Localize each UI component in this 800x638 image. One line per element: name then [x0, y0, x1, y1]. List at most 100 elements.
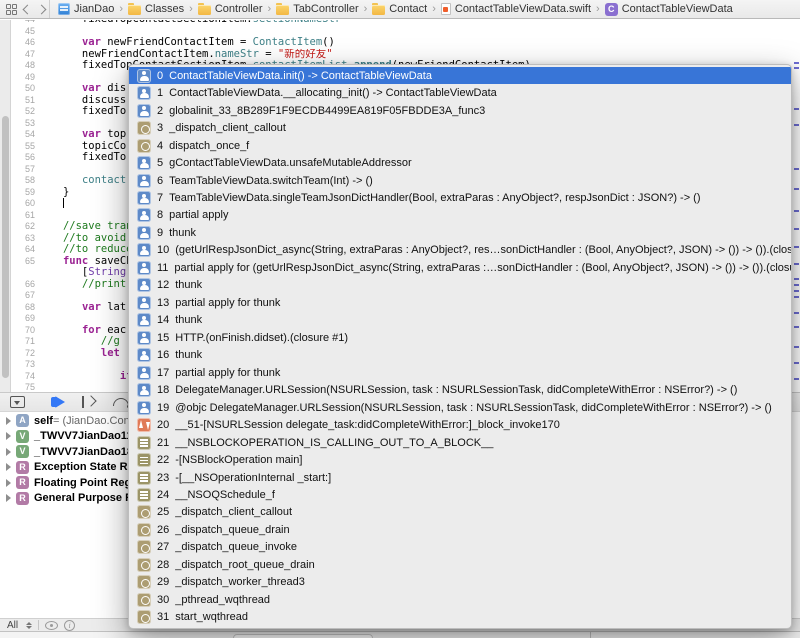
- stack-frame-row[interactable]: 1 ContactTableViewData.__allocating_init(…: [129, 84, 791, 101]
- stack-frame-row[interactable]: 24 __NSOQSchedule_f: [129, 486, 791, 503]
- folder-icon: [128, 2, 142, 15]
- debug-pane-splitter[interactable]: [590, 632, 591, 638]
- change-mark: [794, 62, 799, 64]
- scrollbar-thumb[interactable]: [2, 116, 9, 378]
- breadcrumb-item[interactable]: TabController: [276, 2, 359, 15]
- breadcrumb: JianDao › Classes › Controller › TabController…: [50, 2, 733, 16]
- disclosure-triangle-icon[interactable]: [6, 478, 11, 487]
- stack-frame-row[interactable]: 9 thunk: [129, 224, 791, 241]
- stack-frame-row[interactable]: 31 start_wqthread: [129, 609, 791, 626]
- variable-type-badge: R: [16, 491, 29, 505]
- scope-filter[interactable]: All: [7, 620, 18, 631]
- code-line: 46 var newFriendContactItem = ContactIte…: [12, 37, 800, 49]
- stack-frame-row[interactable]: 25 _dispatch_client_callout: [129, 504, 791, 521]
- objc-frame-icon: [137, 470, 151, 485]
- stack-frame-row[interactable]: 8 partial apply: [129, 207, 791, 224]
- stack-frame-row[interactable]: 28 _dispatch_root_queue_drain: [129, 556, 791, 573]
- stack-frame-row[interactable]: 22 -[NSBlockOperation main]: [129, 451, 791, 468]
- disclosure-triangle-icon[interactable]: [6, 447, 11, 456]
- dispatch-icon: [137, 610, 151, 625]
- stack-frame-row[interactable]: 7 TeamTableViewData.singleTeamJsonDictHan…: [129, 189, 791, 206]
- frame-index: 6: [157, 174, 164, 187]
- disclosure-triangle-icon[interactable]: [6, 432, 11, 441]
- frame-label: partial apply: [169, 209, 229, 222]
- frame-label: thunk: [169, 226, 197, 239]
- line-number: 58: [24, 175, 35, 185]
- disclosure-triangle-icon[interactable]: [6, 416, 11, 425]
- change-mark: [794, 278, 799, 280]
- scope-filter-stepper-icon[interactable]: [26, 621, 33, 629]
- stack-frame-row[interactable]: 14 thunk: [129, 312, 791, 329]
- step-over-icon[interactable]: [113, 398, 130, 408]
- variable-name: _TWVV7JianDao11: [34, 430, 133, 443]
- person-icon: [137, 348, 151, 363]
- frame-label: globalinit_33_8B289F1F9ECDB4499EA819F05F…: [169, 104, 486, 117]
- dispatch-icon: [137, 121, 151, 136]
- stack-frame-row[interactable]: 26 _dispatch_queue_drain: [129, 521, 791, 538]
- stack-frame-row[interactable]: 18 DelegateManager.URLSession(NSURLSessio…: [129, 381, 791, 398]
- console-filter-field[interactable]: [233, 634, 373, 638]
- hide-debug-area-icon[interactable]: [10, 396, 25, 408]
- breadcrumb-item[interactable]: Contact: [372, 2, 428, 15]
- back-icon[interactable]: [22, 4, 33, 14]
- frame-index: 11: [157, 261, 169, 274]
- change-mark: [794, 346, 799, 348]
- disclosure-triangle-icon[interactable]: [6, 463, 11, 472]
- breadcrumb-label: Contact: [389, 3, 428, 15]
- disclosure-triangle-icon[interactable]: [6, 494, 11, 503]
- stack-frame-row[interactable]: 4 dispatch_once_f: [129, 137, 791, 154]
- stack-frame-row[interactable]: 10 (getUrlRespJsonDict_async(String, extr…: [129, 242, 791, 259]
- stack-frame-row[interactable]: 23 -[__NSOperationInternal _start:]: [129, 469, 791, 486]
- change-mark: [794, 296, 799, 298]
- person-icon: [137, 243, 151, 258]
- stack-frame-row[interactable]: 6 TeamTableViewData.switchTeam(Int) -> (): [129, 172, 791, 189]
- stack-frame-row[interactable]: 0 ContactTableViewData.init() -> ContactT…: [129, 67, 791, 85]
- breadcrumb-item[interactable]: Classes: [128, 2, 184, 15]
- line-number: 68: [24, 301, 35, 312]
- breadcrumb-label: TabController: [293, 3, 359, 15]
- line-number: 47: [24, 48, 35, 59]
- breadcrumb-label: ContactTableViewData: [621, 3, 733, 15]
- editor-left-scrollbar[interactable]: [0, 20, 11, 392]
- stack-frame-row[interactable]: 11 partial apply for (getUrlRespJsonDict_…: [129, 259, 791, 276]
- breadcrumb-item[interactable]: ContactTableViewData.swift: [440, 3, 591, 15]
- breadcrumb-separator: ›: [596, 3, 600, 15]
- stack-frame-row[interactable]: 3 _dispatch_client_callout: [129, 119, 791, 136]
- stack-frame-row[interactable]: 15 HTTP.(onFinish.didset).(closure #1): [129, 329, 791, 346]
- stack-frame-row[interactable]: 19 @objc DelegateManager.URLSession(NSURL…: [129, 399, 791, 416]
- frame-index: 20: [157, 419, 170, 432]
- stack-frame-row[interactable]: 20 __51-[NSURLSession delegate_task:didCo…: [129, 416, 791, 433]
- stack-frame-row[interactable]: 27 _dispatch_queue_invoke: [129, 539, 791, 556]
- print-description-icon[interactable]: i: [64, 619, 76, 631]
- stack-frame-row[interactable]: 29 _dispatch_worker_thread3: [129, 574, 791, 591]
- stack-frame-row[interactable]: 17 partial apply for thunk: [129, 364, 791, 381]
- change-mark: [794, 228, 799, 230]
- stack-frame-row[interactable]: 5 gContactTableViewData.unsafeMutableAddr…: [129, 154, 791, 171]
- continue-icon[interactable]: [81, 396, 97, 408]
- related-items-icon[interactable]: [6, 3, 17, 15]
- stack-frame-row[interactable]: 30 _pthread_wqthread: [129, 591, 791, 608]
- breakpoints-toggle-icon[interactable]: [51, 396, 65, 408]
- quick-look-icon[interactable]: [45, 620, 59, 630]
- frame-label: thunk: [175, 314, 203, 327]
- stack-frame-row[interactable]: 16 thunk: [129, 347, 791, 364]
- block-invoke-icon: [137, 418, 151, 433]
- stack-frame-row[interactable]: 21 __NSBLOCKOPERATION_IS_CALLING_OUT_TO_A…: [129, 434, 791, 451]
- person-icon: [137, 156, 151, 171]
- stack-frame-row[interactable]: 13 partial apply for thunk: [129, 294, 791, 311]
- forward-icon[interactable]: [36, 4, 47, 14]
- person-icon: [137, 191, 151, 206]
- breadcrumb-item[interactable]: C ContactTableViewData: [604, 2, 733, 16]
- breadcrumb-item[interactable]: JianDao: [58, 3, 114, 15]
- breadcrumb-item[interactable]: Controller: [197, 2, 263, 15]
- frame-label: partial apply for thunk: [175, 296, 281, 309]
- line-number: 61: [24, 209, 35, 220]
- frame-label: _pthread_wqthread: [175, 593, 271, 606]
- dispatch-icon: [137, 505, 151, 520]
- frame-label: _dispatch_worker_thread3: [175, 576, 305, 589]
- variable-value: = (JianDao.Con: [52, 414, 130, 427]
- frame-index: 5: [157, 157, 164, 170]
- stack-frame-row[interactable]: 12 thunk: [129, 277, 791, 294]
- line-number: 53: [24, 117, 35, 128]
- stack-frame-row[interactable]: 2 globalinit_33_8B289F1F9ECDB4499EA819F05…: [129, 102, 791, 119]
